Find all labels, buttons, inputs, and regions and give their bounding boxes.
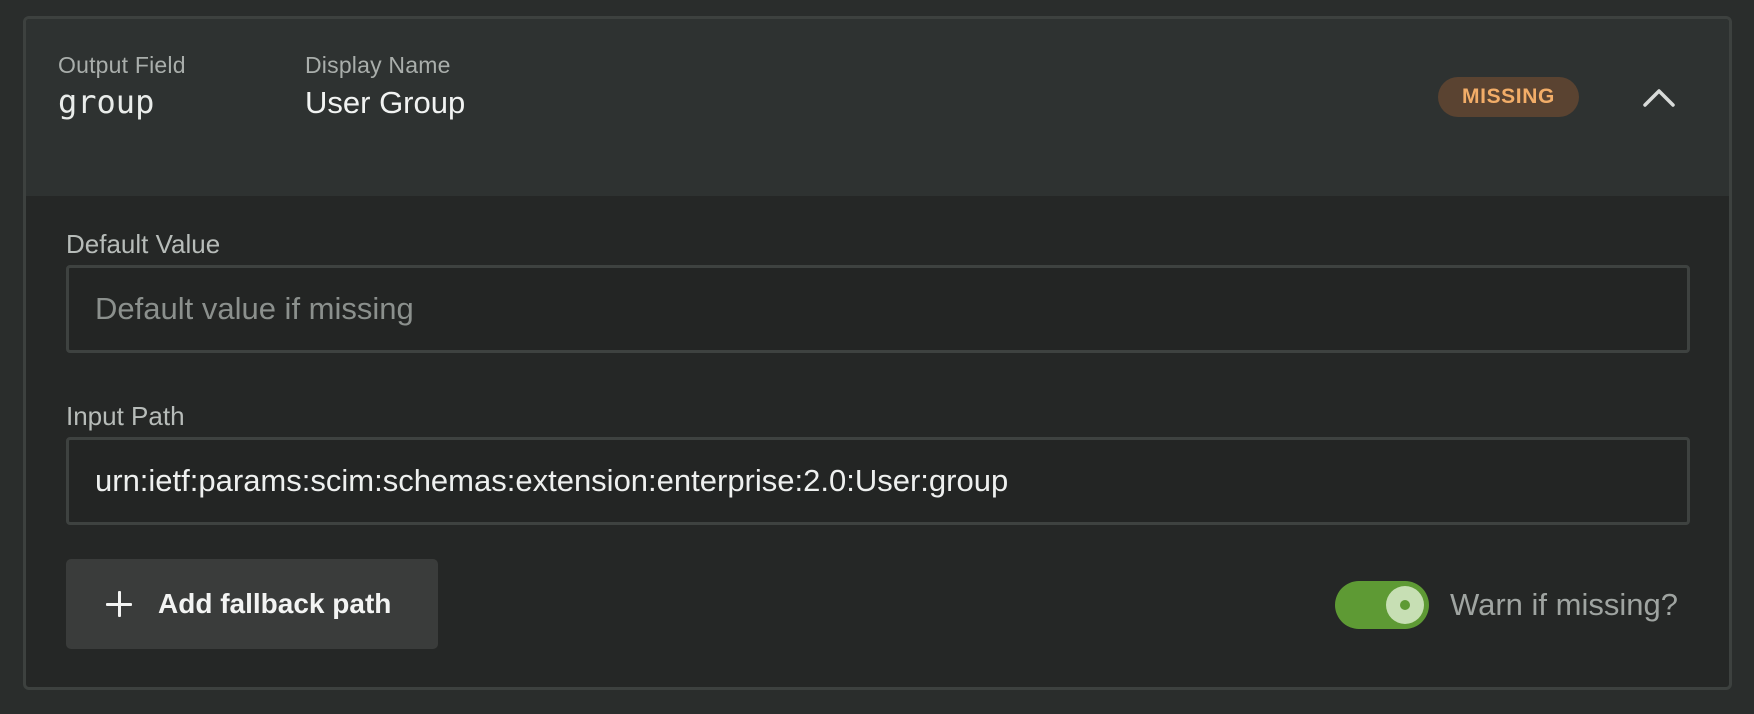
default-value-label: Default Value [66,229,221,259]
add-fallback-path-label: Add fallback path [158,588,392,619]
warn-if-missing-label: Warn if missing? [1450,587,1678,622]
status-badge: MISSING [1438,77,1579,117]
collapse-button[interactable] [1636,75,1682,121]
input-path-label: Input Path [66,401,185,431]
default-value-input[interactable] [66,265,1690,353]
input-path-input[interactable] [66,437,1690,525]
toggle-knob [1386,586,1424,624]
add-fallback-path-button[interactable]: Add fallback path [66,559,438,649]
field-mapping-card: Output Field group Display Name User Gro… [23,16,1732,690]
output-field-value: group [58,83,155,121]
plus-icon [106,591,132,617]
warn-if-missing-toggle[interactable] [1335,581,1429,629]
output-field-label: Output Field [58,52,186,78]
card-header[interactable]: Output Field group Display Name User Gro… [26,19,1729,196]
display-name-label: Display Name [305,52,451,78]
display-name-value: User Group [305,85,466,120]
chevron-up-icon [1643,89,1675,107]
